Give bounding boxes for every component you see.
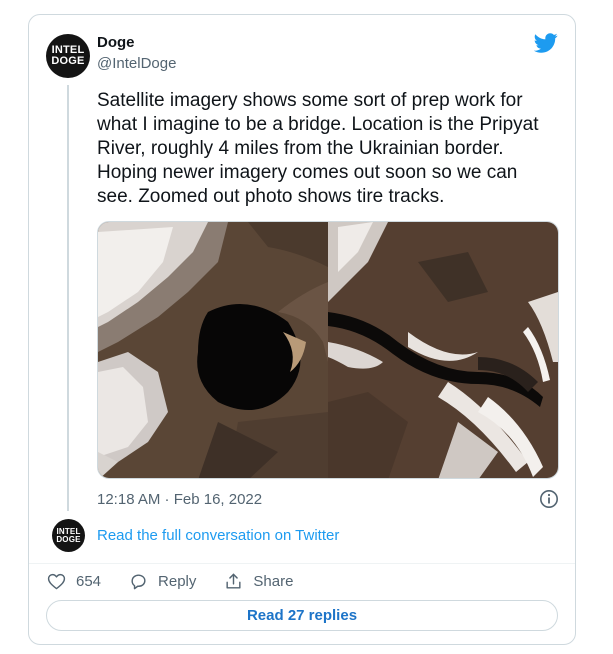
share-label: Share (253, 572, 294, 590)
read-conversation-link[interactable]: Read the full conversation on Twitter (97, 527, 339, 544)
actions-divider (29, 563, 575, 564)
tweet-timestamp[interactable]: 12:18 AM · Feb 16, 2022 (97, 491, 262, 508)
tweet-text: Satellite imagery shows some sort of pre… (97, 90, 539, 207)
like-count: 654 (76, 572, 102, 590)
satellite-photo-closeup[interactable] (98, 222, 328, 478)
share-button[interactable]: Share (224, 572, 293, 591)
like-button[interactable]: 654 (47, 572, 101, 591)
share-icon (226, 573, 241, 589)
conversation-avatar-text-line2: DOGE (56, 534, 81, 544)
read-replies-button[interactable]: Read 27 replies (46, 600, 558, 631)
info-icon[interactable] (539, 489, 559, 509)
tweet-card: INTEL DOGE Doge @IntelDoge Satellite ima… (28, 14, 576, 645)
author-name[interactable]: Doge (97, 34, 135, 51)
tweet-actions: 654 Reply Share (47, 567, 321, 595)
conversation-avatar[interactable]: INTEL DOGE (52, 519, 85, 552)
satellite-photo-zoomed-out[interactable] (328, 222, 558, 478)
thread-line (67, 85, 69, 511)
reply-label: Reply (158, 572, 197, 590)
author-avatar[interactable]: INTEL DOGE (46, 34, 90, 78)
twitter-bird-icon[interactable] (534, 31, 558, 55)
tweet-media (97, 221, 559, 479)
reply-button[interactable]: Reply (129, 572, 196, 591)
author-handle[interactable]: @IntelDoge (97, 55, 176, 72)
heart-icon (47, 573, 66, 589)
avatar-text-line2: DOGE (51, 55, 85, 67)
speech-bubble-icon (131, 573, 146, 589)
